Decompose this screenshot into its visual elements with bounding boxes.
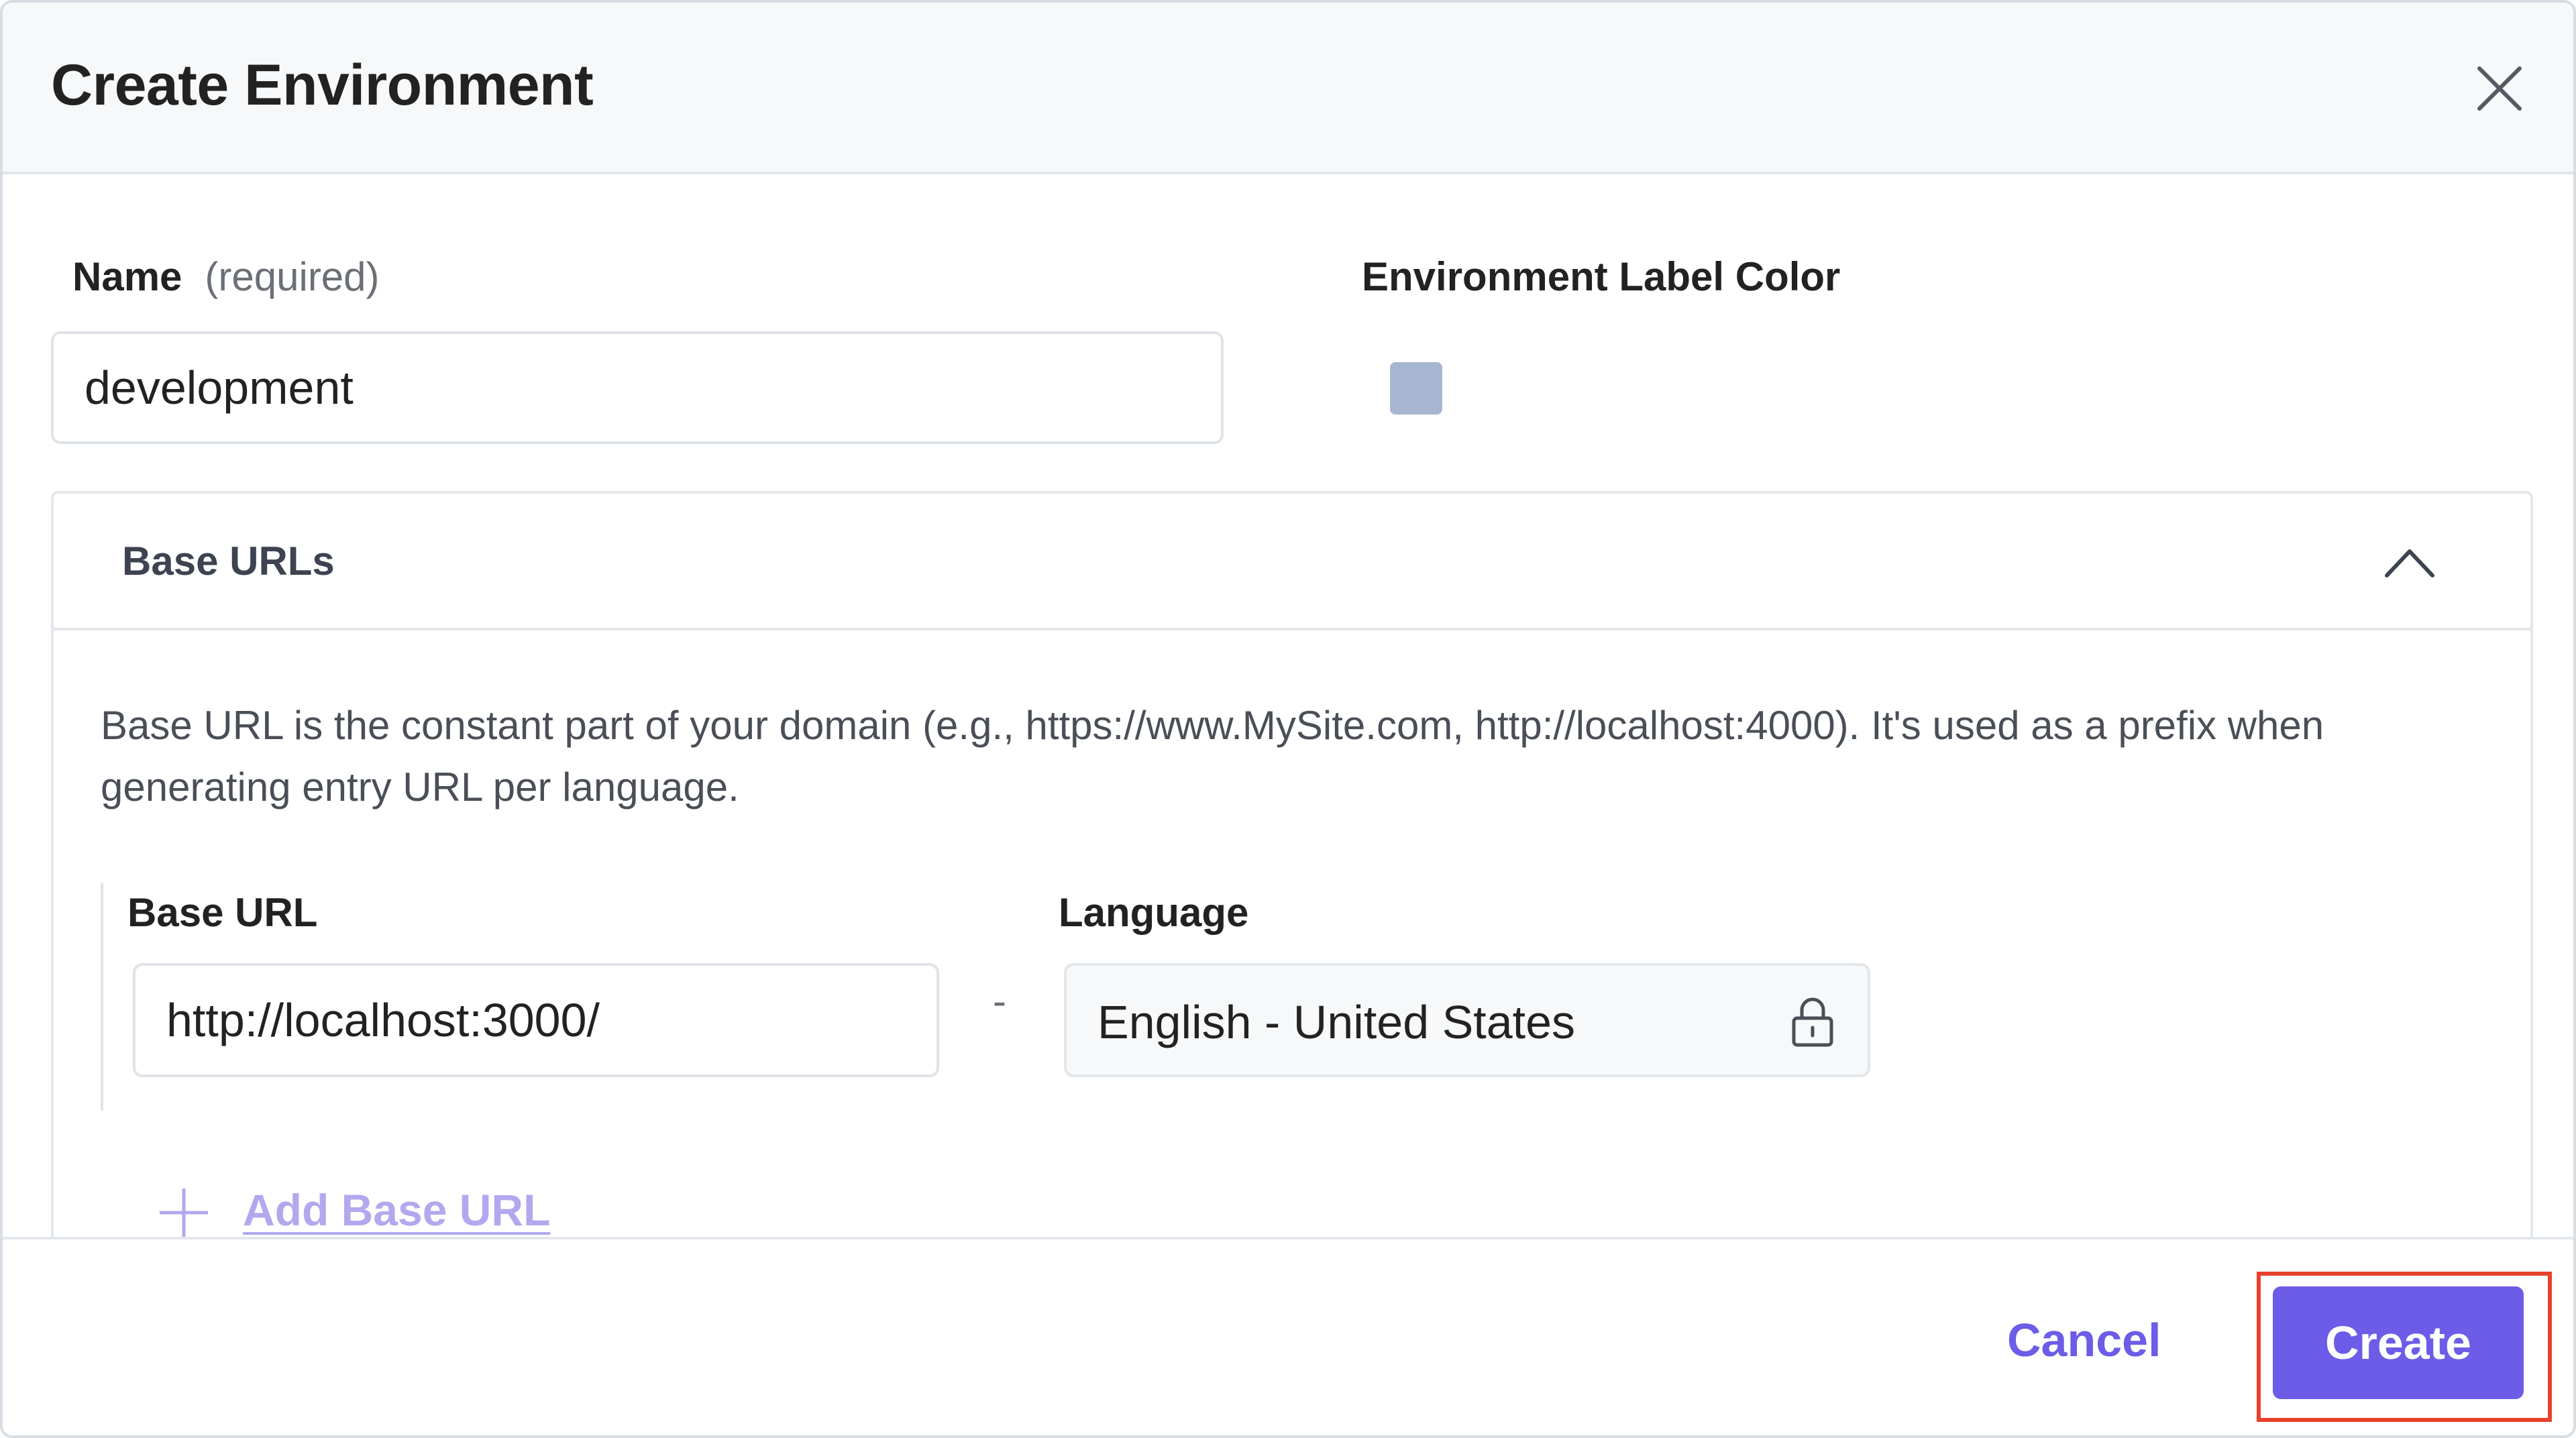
dialog-title: Create Environment — [51, 53, 594, 117]
base-urls-description: Base URL is the constant part of your do… — [101, 703, 2324, 810]
base-urls-title: Base URLs — [122, 539, 335, 584]
create-button[interactable]: Create — [2273, 1286, 2524, 1399]
lock-icon — [1792, 997, 1833, 1047]
label-color-swatch[interactable] — [1390, 362, 1442, 414]
name-input[interactable] — [51, 331, 1224, 444]
name-label-text: Name — [72, 254, 182, 299]
chevron-up-icon — [2385, 549, 2434, 577]
dialog-header: Create Environment — [3, 3, 2573, 174]
base-urls-toggle[interactable]: Base URLs — [54, 494, 2530, 630]
base-url-row-indicator — [101, 883, 103, 1111]
name-label: Name (required) — [72, 254, 380, 300]
label-color-label: Environment Label Color — [1362, 254, 1841, 299]
add-base-url-label: Add Base URL — [243, 1185, 551, 1235]
language-value: English - United States — [1097, 996, 1576, 1048]
dialog-footer: Cancel Create — [3, 1237, 2573, 1435]
base-url-label: Base URL — [127, 890, 318, 935]
cancel-button[interactable]: Cancel — [2007, 1313, 2161, 1367]
language-label: Language — [1059, 890, 1249, 935]
base-url-separator: - — [993, 979, 1006, 1024]
language-field: English - United States — [1064, 963, 1870, 1077]
base-url-input[interactable] — [133, 963, 939, 1077]
plus-icon — [160, 1188, 208, 1237]
create-environment-dialog: Create Environment Name (required) Enviro… — [0, 0, 2576, 1438]
close-button[interactable] — [2474, 63, 2525, 114]
close-icon — [2477, 66, 2522, 111]
name-required-hint: (required) — [205, 254, 380, 299]
